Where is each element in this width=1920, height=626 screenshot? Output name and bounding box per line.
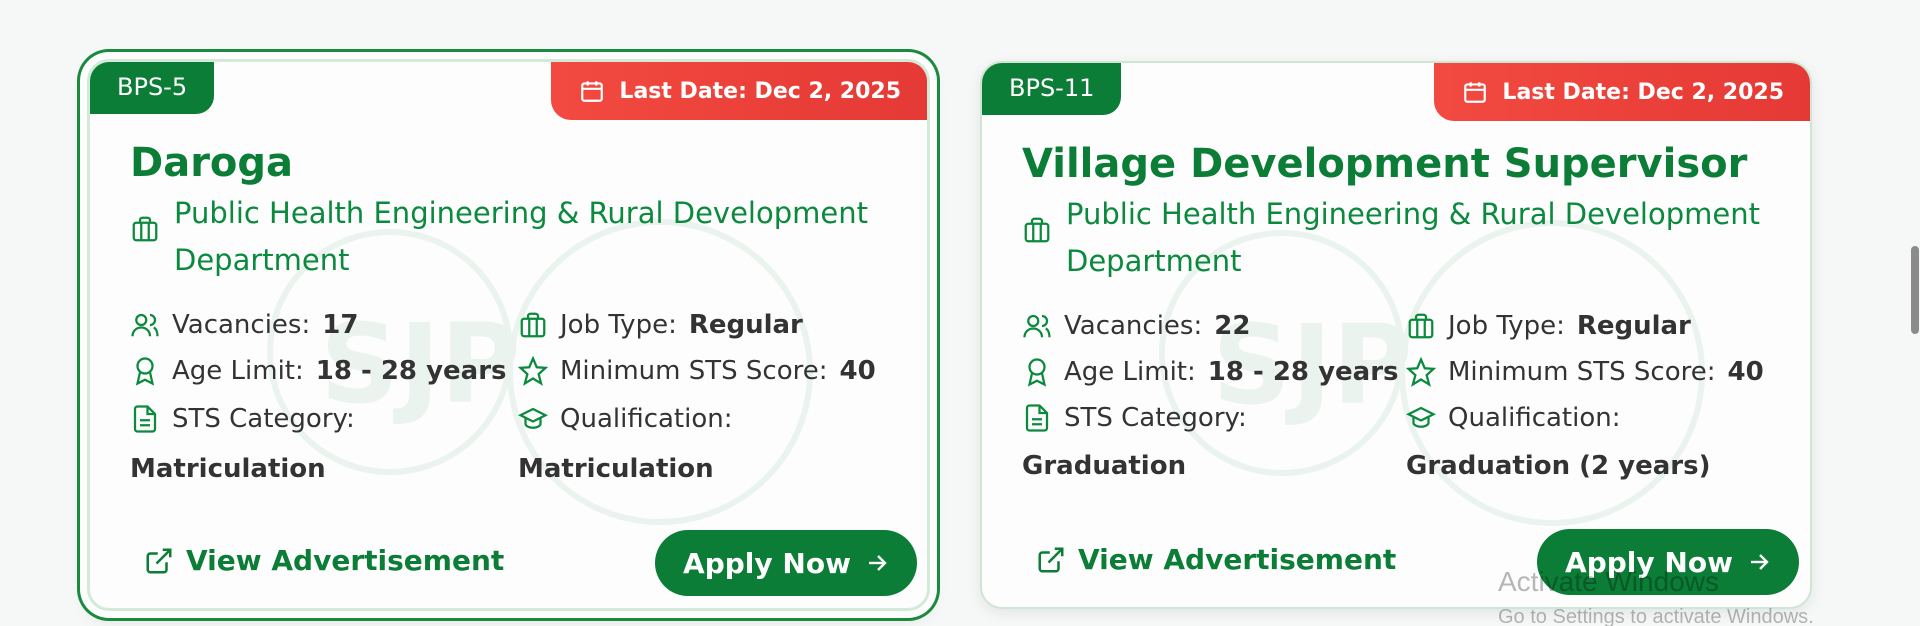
sts-score-label: Minimum STS Score: (1448, 357, 1716, 387)
arrow-right-icon (868, 555, 887, 571)
department-name: Public Health Engineering & Rural Develo… (174, 196, 868, 277)
vacancies-label: Vacancies: (172, 310, 311, 340)
qualification-label: Qualification: (1448, 403, 1621, 433)
briefcase-icon (1024, 217, 1050, 243)
age-limit-info: Age Limit: 18 - 28 years (1022, 357, 1399, 387)
job-type-value: Regular (1576, 311, 1691, 341)
activate-windows-notice: Activate Windows Go to Settings to activ… (1498, 566, 1814, 626)
star-icon (1406, 357, 1436, 387)
job-type-value: Regular (688, 310, 803, 340)
department: Public Health Engineering & Rural Develo… (130, 190, 904, 284)
view-advertisement-label: View Advertisement (1078, 543, 1397, 576)
job-type-label: Job Type: (560, 310, 677, 340)
last-date-text: Last Date: Dec 2, 2025 (1502, 79, 1784, 105)
bps-badge: BPS-5 (90, 62, 215, 114)
briefcase-icon (520, 312, 546, 338)
calendar-icon (1464, 82, 1487, 103)
apply-now-label: Apply Now (683, 546, 851, 580)
age-limit-label: Age Limit: (1064, 357, 1196, 387)
job-type-info: Job Type: Regular (1406, 311, 1691, 341)
qualification-info: Qualification: (1406, 403, 1621, 433)
last-date-text: Last Date: Dec 2, 2025 (619, 78, 901, 104)
sts-score-info: Minimum STS Score: 40 (1406, 357, 1764, 387)
job-title: Daroga (130, 140, 294, 186)
view-advertisement-label: View Advertisement (186, 544, 505, 577)
activate-windows-title: Activate Windows (1498, 566, 1719, 597)
qualification-info: Qualification: (518, 404, 733, 434)
users-icon (131, 313, 159, 337)
age-limit-value: 18 - 28 years (1207, 357, 1399, 387)
sts-score-label: Minimum STS Score: (560, 356, 828, 386)
job-title: Village Development Supervisor (1022, 141, 1748, 187)
external-link-icon (1038, 547, 1064, 572)
department: Public Health Engineering & Rural Develo… (1022, 191, 1796, 285)
award-icon (1027, 358, 1047, 387)
sts-score-value: 40 (839, 356, 876, 386)
sts-category-value: Graduation (1022, 451, 1187, 481)
job-type-info: Job Type: Regular (518, 310, 803, 340)
apply-now-button[interactable]: Apply Now (655, 530, 917, 596)
document-icon (133, 405, 157, 433)
graduation-cap-icon (1406, 406, 1436, 428)
age-limit-info: Age Limit: 18 - 28 years (130, 356, 507, 386)
qualification-label: Qualification: (560, 404, 733, 434)
sts-category-label: STS Category: (172, 404, 355, 434)
document-icon (1025, 404, 1049, 432)
sts-category-info: STS Category: (130, 404, 355, 434)
view-advertisement-link[interactable]: View Advertisement (144, 544, 504, 577)
vacancies-value: 17 (322, 310, 359, 340)
last-date-badge: Last Date: Dec 2, 2025 (1434, 63, 1810, 121)
sts-score-value: 40 (1727, 357, 1764, 387)
users-icon (1023, 314, 1051, 338)
briefcase-icon (132, 216, 158, 242)
sts-category-label: STS Category: (1064, 403, 1247, 433)
sts-category-info: STS Category: (1022, 403, 1247, 433)
department-name: Public Health Engineering & Rural Develo… (1066, 197, 1760, 278)
external-link-icon (146, 548, 172, 573)
view-advertisement-link[interactable]: View Advertisement (1036, 543, 1396, 576)
vacancies-label: Vacancies: (1064, 311, 1203, 341)
briefcase-icon (1408, 313, 1434, 339)
activate-windows-subtitle: Go to Settings to activate Windows. (1498, 606, 1814, 626)
age-limit-value: 18 - 28 years (315, 356, 507, 386)
job-type-label: Job Type: (1448, 311, 1565, 341)
award-icon (135, 357, 155, 386)
age-limit-label: Age Limit: (172, 356, 304, 386)
job-card: SJP BPS-11 Last Date: Dec 2, 2025 Villag… (980, 61, 1812, 609)
qualification-value: Matriculation (518, 454, 714, 484)
sts-category-value: Matriculation (130, 454, 326, 484)
sts-score-info: Minimum STS Score: 40 (518, 356, 876, 386)
scrollbar-thumb[interactable] (1911, 246, 1919, 334)
bps-badge: BPS-11 (982, 63, 1122, 115)
graduation-cap-icon (518, 407, 548, 429)
vacancies-info: Vacancies: 22 (1022, 311, 1250, 341)
vacancies-value: 22 (1214, 311, 1251, 341)
vacancies-info: Vacancies: 17 (130, 310, 358, 340)
calendar-icon (581, 81, 604, 102)
qualification-value: Graduation (2 years) (1406, 451, 1711, 481)
job-card: SJP BPS-5 Last Date: Dec 2, 2025 Daroga … (87, 59, 930, 611)
last-date-badge: Last Date: Dec 2, 2025 (551, 62, 927, 120)
star-icon (518, 356, 548, 386)
